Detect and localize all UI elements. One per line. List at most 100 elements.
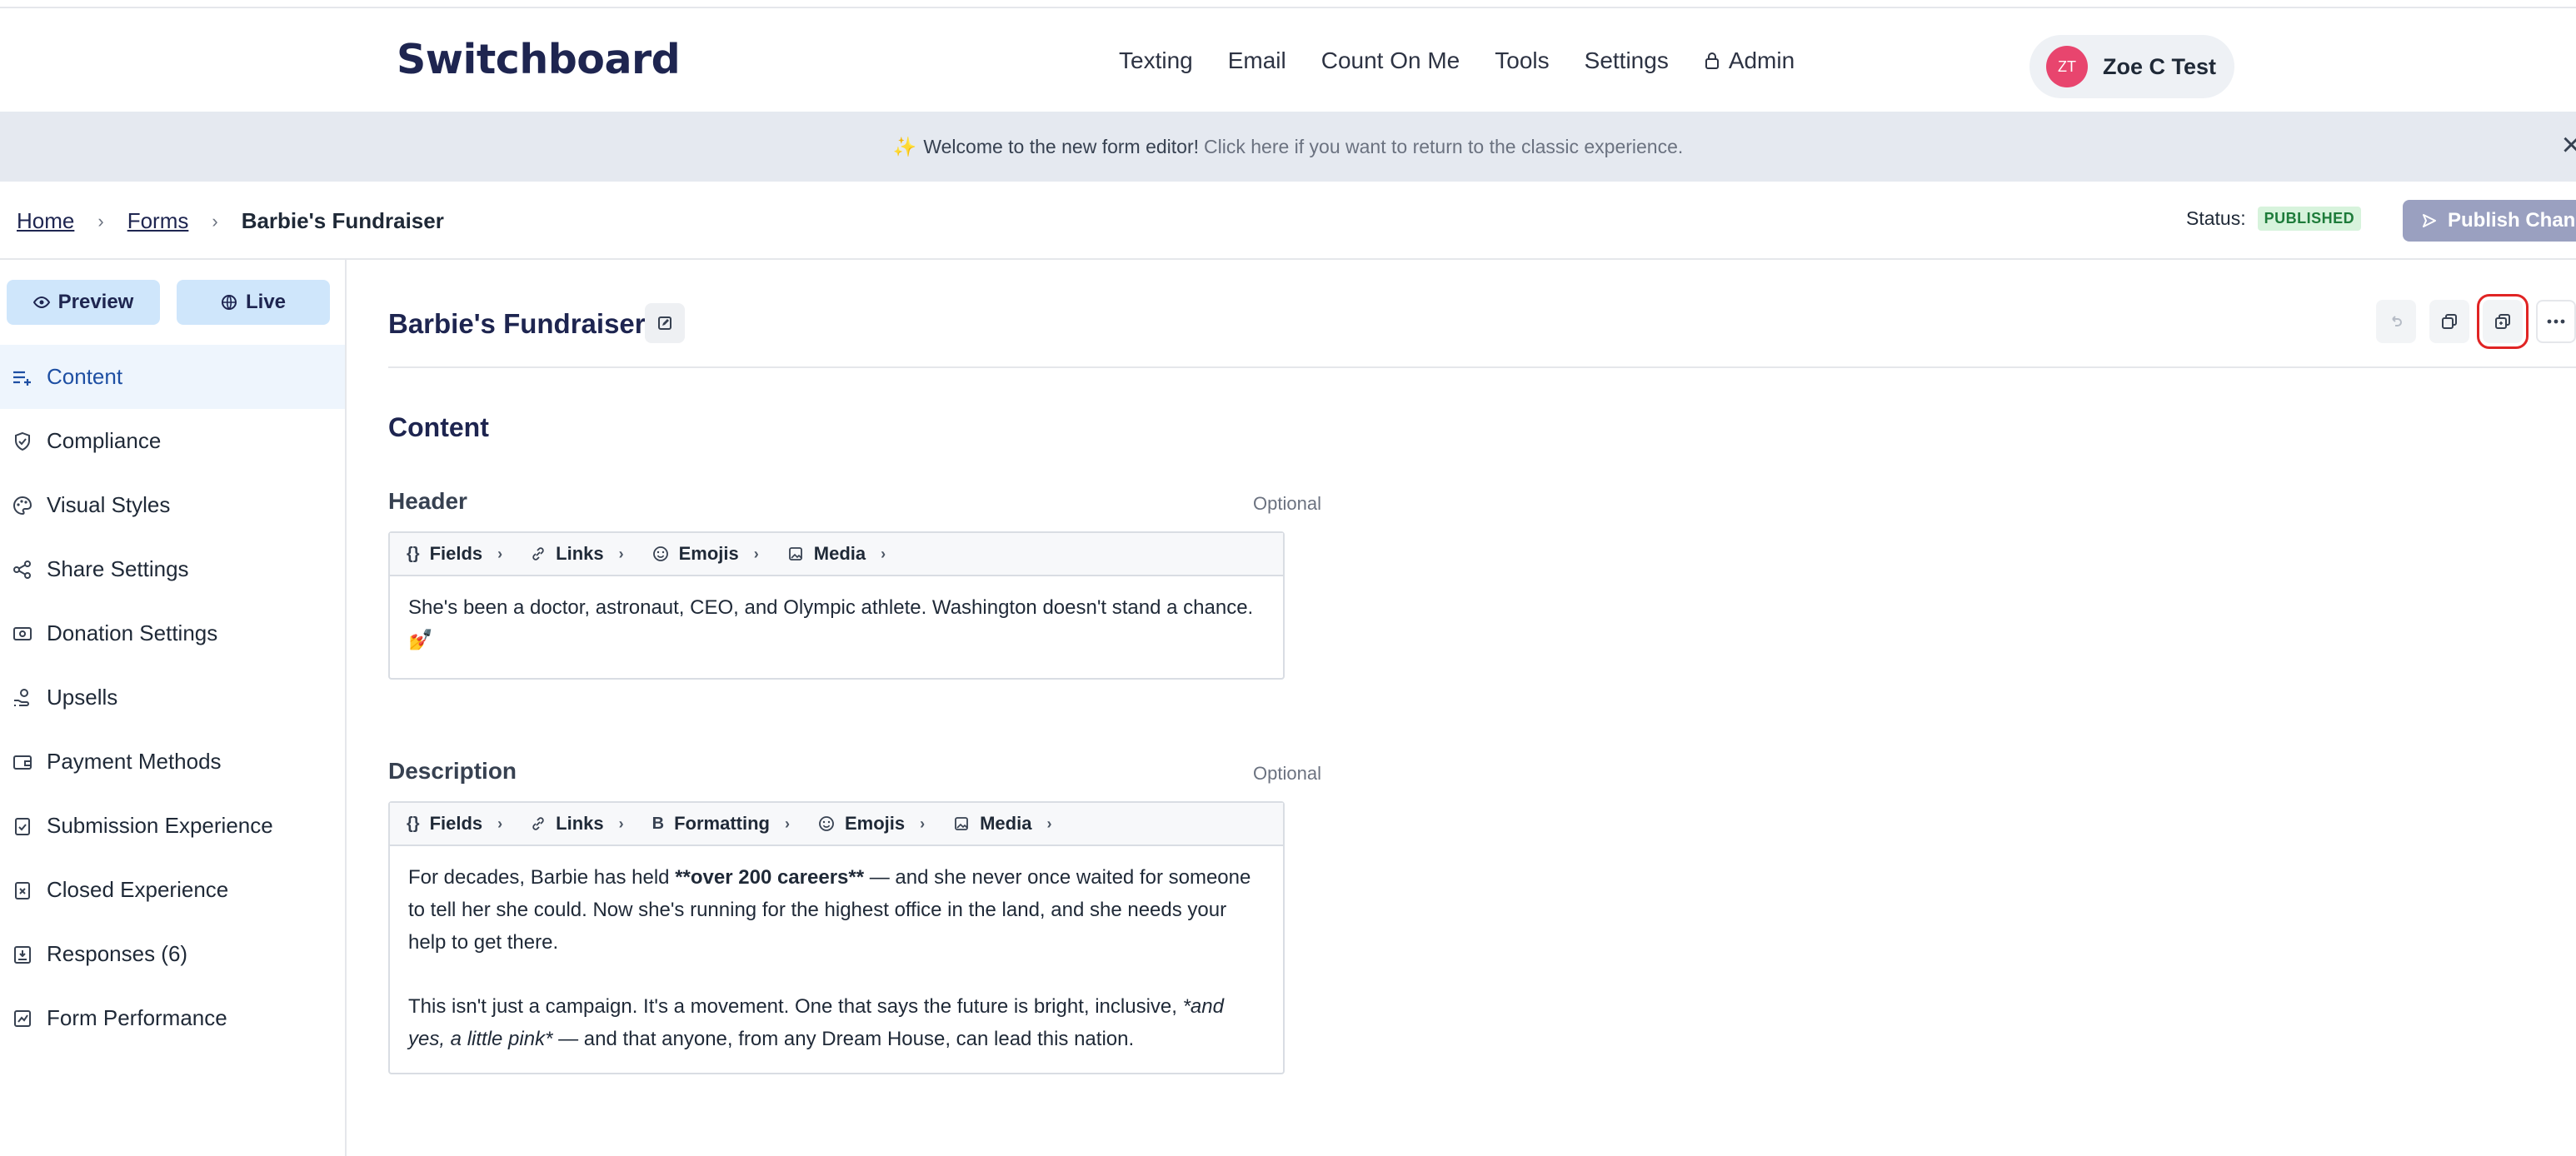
publish-changes-button[interactable]: Publish Changes xyxy=(2403,200,2576,242)
edit-icon xyxy=(658,316,671,330)
chevron-right-icon: › xyxy=(618,815,624,832)
sidebar-item-form-performance[interactable]: Form Performance xyxy=(0,986,345,1050)
chevron-right-icon: › xyxy=(920,815,926,832)
banner-welcome-text: Welcome to the new form editor! xyxy=(923,135,1200,157)
nav-count-on-me[interactable]: Count On Me xyxy=(1321,47,1460,74)
sidebar-item-closed-experience[interactable]: Closed Experience xyxy=(0,858,345,922)
publish-changes-label: Publish Changes xyxy=(2448,209,2576,232)
globe-icon xyxy=(221,295,237,310)
emojis-label: Emojis xyxy=(844,813,906,834)
sidebar-item-label: Upsells xyxy=(47,685,118,710)
main-editor: Barbie's Fundraiser Content Header Optio… xyxy=(347,260,2576,1156)
shield-check-icon xyxy=(15,431,30,451)
description-editor: {} Fields › Links › B Formatting › Emojis › Me… xyxy=(388,801,1285,1074)
main-nav: Texting Email Count On Me Tools Settings… xyxy=(1101,8,1812,113)
description-paragraph: This isn't just a campaign. It's a movem… xyxy=(408,990,1265,1055)
classic-experience-link[interactable]: Click here if you want to return to the … xyxy=(1204,136,1683,158)
live-label: Live xyxy=(245,291,287,313)
more-button[interactable] xyxy=(2536,300,2576,343)
form-status: Status: PUBLISHED xyxy=(2186,207,2362,231)
sidebar-item-label: Compliance xyxy=(47,428,162,453)
formatting-menu[interactable]: B Formatting › xyxy=(652,813,790,835)
emojis-menu[interactable]: Emojis › xyxy=(652,543,759,565)
undo-button[interactable] xyxy=(2376,300,2416,343)
sidebar-item-label: Closed Experience xyxy=(47,877,229,902)
links-menu[interactable]: Links › xyxy=(531,813,624,835)
media-menu[interactable]: Media › xyxy=(787,543,886,565)
nav-settings[interactable]: Settings xyxy=(1585,47,1669,74)
nav-email[interactable]: Email xyxy=(1228,47,1286,74)
bold-icon: B xyxy=(651,814,665,833)
media-label: Media xyxy=(980,813,1032,834)
nav-texting[interactable]: Texting xyxy=(1119,47,1193,74)
braces-icon: {} xyxy=(407,544,420,563)
media-menu[interactable]: Media › xyxy=(953,813,1051,835)
status-badge: PUBLISHED xyxy=(2257,207,2362,231)
breadcrumb-forms[interactable]: Forms xyxy=(127,208,189,234)
lock-icon xyxy=(1705,52,1719,69)
sparkles-icon: ✨ xyxy=(892,135,917,157)
sidebar-item-submission-experience[interactable]: Submission Experience xyxy=(0,794,345,858)
sidebar-item-compliance[interactable]: Compliance xyxy=(0,409,345,473)
chevron-right-icon: › xyxy=(784,815,790,832)
text-run: For decades, Barbie has held xyxy=(408,866,676,889)
nav-admin[interactable]: Admin xyxy=(1704,47,1795,74)
edit-title-button[interactable] xyxy=(645,303,685,343)
cash-icon xyxy=(13,626,32,640)
user-name: Zoe C Test xyxy=(2103,53,2217,79)
wallet-icon xyxy=(13,755,32,770)
link-icon xyxy=(531,816,546,831)
fields-menu[interactable]: {} Fields › xyxy=(407,813,502,835)
sidebar-item-content[interactable]: Content xyxy=(0,345,345,409)
header-text[interactable]: She's been a doctor, astronaut, CEO, and… xyxy=(390,576,1283,678)
status-label: Status: xyxy=(2186,207,2246,229)
sidebar-item-donation-settings[interactable]: Donation Settings xyxy=(0,601,345,665)
sidebar-item-upsells[interactable]: Upsells xyxy=(0,665,345,730)
editor-sidebar: Preview Live Content Compliance Visual S… xyxy=(0,260,347,1156)
sidebar-item-label: Visual Styles xyxy=(47,492,171,517)
nav-tools[interactable]: Tools xyxy=(1495,47,1549,74)
live-button[interactable]: Live xyxy=(177,280,330,325)
sidebar-item-label: Form Performance xyxy=(47,1005,227,1030)
links-menu[interactable]: Links › xyxy=(531,543,624,565)
switchboard-logo[interactable]: Switchboard xyxy=(397,33,681,87)
text-run: This isn't just a campaign. It's a movem… xyxy=(408,995,1183,1018)
description-label: Description xyxy=(388,758,517,784)
emojis-menu[interactable]: Emojis › xyxy=(818,813,925,835)
description-text[interactable]: For decades, Barbie has held **over 200 … xyxy=(390,846,1283,1073)
smiley-icon xyxy=(818,815,835,832)
links-label: Links xyxy=(556,813,604,834)
close-banner-icon[interactable]: × xyxy=(2562,127,2576,164)
header-optional: Optional xyxy=(1253,493,1321,514)
header-editor: {} Fields › Links › Emojis › Media › She's be… xyxy=(388,531,1285,680)
sidebar-item-share-settings[interactable]: Share Settings xyxy=(0,537,345,601)
link-icon xyxy=(531,546,546,561)
clone-button[interactable] xyxy=(2477,294,2529,349)
top-navbar: Switchboard Texting Email Count On Me To… xyxy=(0,7,2576,112)
fields-menu[interactable]: {} Fields › xyxy=(407,543,502,565)
sidebar-item-visual-styles[interactable]: Visual Styles xyxy=(0,473,345,537)
clipboard-x-icon xyxy=(15,881,30,899)
user-menu[interactable]: ZT Zoe C Test xyxy=(2029,35,2234,98)
media-label: Media xyxy=(813,543,866,564)
chart-icon xyxy=(14,1009,31,1027)
text-run: — and that anyone, from any Dream House,… xyxy=(552,1028,1135,1050)
sidebar-item-label: Donation Settings xyxy=(47,620,218,645)
sidebar-nav: Content Compliance Visual Styles Share S… xyxy=(0,345,345,1050)
description-optional: Optional xyxy=(1253,763,1321,784)
breadcrumb: Home › Forms › Barbie's Fundraiser xyxy=(17,208,444,234)
sidebar-item-responses[interactable]: Responses (6) xyxy=(0,922,345,986)
preview-button[interactable]: Preview xyxy=(7,280,160,325)
sidebar-item-label: Responses (6) xyxy=(47,941,188,966)
breadcrumb-home[interactable]: Home xyxy=(17,208,74,234)
palette-icon xyxy=(13,496,32,515)
nav-admin-label: Admin xyxy=(1728,47,1795,73)
sidebar-item-label: Share Settings xyxy=(47,556,189,581)
sidebar-item-payment-methods[interactable]: Payment Methods xyxy=(0,730,345,794)
chevron-right-icon: › xyxy=(497,815,503,832)
duplicate-button[interactable] xyxy=(2429,300,2469,343)
links-label: Links xyxy=(556,543,604,564)
eye-icon xyxy=(32,296,50,309)
breadcrumb-separator: › xyxy=(212,210,218,232)
smiley-icon xyxy=(652,546,669,562)
